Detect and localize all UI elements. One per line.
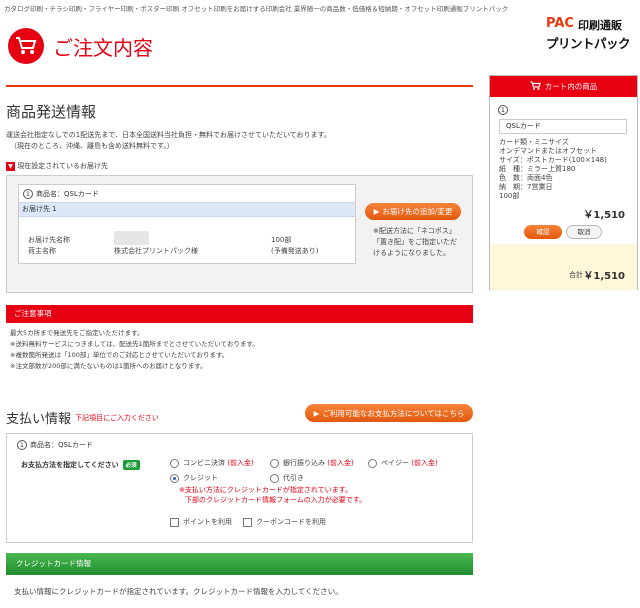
- cart-spec: 納 期：7営業日: [499, 183, 553, 191]
- cart-sidebar: カート内の商品 1 QSLカード カード類・ミニサイズ オンデマンドまたはオフセ…: [489, 75, 638, 290]
- logo-tsuhan: 印刷通販: [578, 19, 622, 32]
- delivery-note-3: けるようになりました。: [373, 249, 450, 257]
- cart-title: カート内の商品: [544, 82, 598, 91]
- notice-line: 最大5カ所まで発送先をご指定いただけます。: [10, 329, 144, 337]
- cart-spec: サイズ：ポストカード(100×148): [499, 156, 607, 164]
- payment-required-note: 下記項目にご入力ください: [75, 414, 159, 422]
- logo-pac: PAC: [546, 16, 574, 31]
- option-credit[interactable]: クレジット: [183, 473, 218, 484]
- use-coupon-checkbox[interactable]: [243, 518, 252, 527]
- shipping-heading: 商品発送情報: [6, 103, 97, 121]
- notice-line: ※複数箇所発送は「100部」単位でのご対応とさせていただいております。: [10, 351, 229, 359]
- cart-product-name: QSLカード: [499, 119, 627, 134]
- triangle-down-icon: ▼: [6, 161, 15, 171]
- notice-line: ※送料無料サービスにつきましては、配送先1箇所までとさせていただいております。: [10, 340, 259, 348]
- cart-item: 1 QSLカード カード類・ミニサイズ オンデマンドまたはオフセット サイズ：ポ…: [490, 97, 637, 241]
- cart-header: カート内の商品: [490, 76, 637, 97]
- radio-bank-transfer[interactable]: [270, 459, 279, 468]
- option-paidy[interactable]: ペイジー (前入金): [381, 458, 438, 469]
- credit-card-info-bar: クレジットカード情報: [6, 553, 473, 575]
- use-points-label[interactable]: ポイントを利用: [183, 517, 232, 528]
- cart-spec: 100部: [499, 192, 520, 200]
- cart-total-box: 合計 ￥1,510: [490, 244, 637, 290]
- delivery-note-2: 「置き配」をご指定いただ: [373, 238, 457, 246]
- radio-cod[interactable]: [270, 474, 279, 483]
- payment-method-prompt: お支払方法を指定してください 必須: [21, 460, 140, 470]
- add-destination-button[interactable]: ▶ お届け先の追加/変更: [365, 203, 461, 220]
- shipping-desc-note: （現在のところ、沖縄、離島も含め送料無料です。）: [10, 142, 174, 150]
- radio-paidy[interactable]: [368, 459, 377, 468]
- recipient-name-masked: [114, 231, 149, 245]
- cart-icon: [8, 28, 44, 64]
- payment-methods-info-button[interactable]: ▶ ご利用可能なお支払方法についてはこちら: [305, 404, 473, 422]
- cart-small-icon: [530, 80, 541, 93]
- cart-spec: カード類・ミニサイズ: [499, 138, 569, 146]
- required-badge: 必須: [122, 460, 140, 470]
- cart-total-value: ￥1,510: [583, 271, 625, 282]
- credit-card-message: 支払い情報にクレジットカードが指定されています。クレジットカード情報を入力してく…: [14, 587, 343, 596]
- payment-panel: 1 商品名：QSLカード お支払方法を指定してください 必須 コンビニ決済 (前入金…: [6, 433, 473, 543]
- use-points-checkbox[interactable]: [170, 518, 179, 527]
- cart-spec: 紙 種：ミラー上質180: [499, 165, 576, 173]
- destination-item-title: 1 商品名：QSLカード: [23, 189, 99, 199]
- confirm-button[interactable]: 確認: [524, 225, 562, 239]
- option-conveni[interactable]: コンビニ決済 (前入金): [183, 458, 254, 469]
- quantity: 100部: [271, 236, 292, 244]
- title-divider: [6, 85, 473, 87]
- page-title: ご注文内容: [53, 36, 153, 60]
- cart-total-label: 合計: [569, 271, 583, 279]
- payment-heading: 支払い情報: [6, 412, 72, 427]
- cart-spec: オンデマンドまたはオフセット: [499, 147, 597, 155]
- destination-row-header: お届け先 1: [19, 202, 355, 217]
- cancel-button[interactable]: 取消: [566, 225, 602, 239]
- payment-item-title: 1 商品名：QSLカード: [17, 440, 93, 450]
- cart-item-price: ￥1,510: [583, 210, 625, 221]
- shipper-value: 株式会社プリントパック様: [114, 247, 198, 255]
- use-coupon-label[interactable]: クーポンコードを利用: [256, 517, 326, 528]
- cart-spec: 色 数：両面4色: [499, 174, 553, 182]
- circle-arrow-icon: ▶: [373, 207, 380, 216]
- circle-arrow-icon: ▶: [313, 408, 320, 418]
- cart-item-number: 1: [498, 105, 508, 115]
- shipping-desc: 運送会社指定なしでの1配送先まで、日本全国送料当社負担・無料でお届けさせていただ…: [6, 131, 331, 139]
- shipper-label: 荷主名称: [28, 247, 56, 255]
- logo-printpack: プリントパック: [546, 36, 631, 51]
- option-cod[interactable]: 代引き: [283, 473, 304, 484]
- notice-line: ※注文部数が200部に満たないものは1箇所へのお届けとなります。: [10, 362, 207, 370]
- current-destination-label: ▼ 現在設定されているお届け先: [6, 161, 108, 172]
- recipient-label: お届け先名称: [28, 236, 70, 244]
- option-bank-transfer[interactable]: 銀行振り込み (前入金): [283, 458, 354, 469]
- quantity-note: (予備発送あり): [271, 247, 319, 255]
- notice-bar: ご注意事項: [6, 305, 473, 323]
- credit-selected-note-2: 下部のクレジットカード情報フォームの入力が必要です。: [185, 496, 367, 504]
- radio-credit[interactable]: [170, 474, 179, 483]
- destination-card: 1 商品名：QSLカード お届け先 1 お届け先名称 100部 荷主名称 株式会社…: [18, 184, 356, 264]
- radio-conveni[interactable]: [170, 459, 179, 468]
- shipping-panel: 1 商品名：QSLカード お届け先 1 お届け先名称 100部 荷主名称 株式会社…: [6, 175, 473, 293]
- site-tagline: カタログ印刷・チラシ印刷・フライヤー印刷・ポスター印刷 オフセット印刷をお届けす…: [4, 5, 509, 13]
- delivery-note-1: ※配送方法に「ネコポス」: [373, 227, 456, 235]
- printpac-logo[interactable]: PAC 印刷通販 プリントパック: [546, 16, 632, 51]
